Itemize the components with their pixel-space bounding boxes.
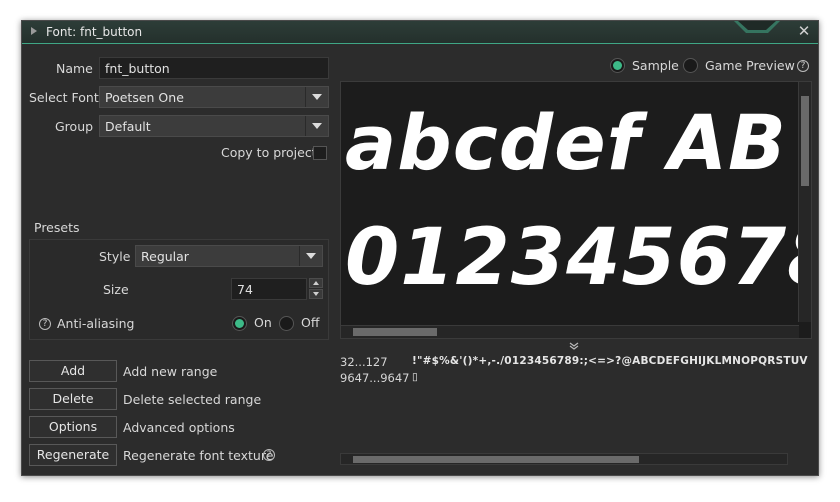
anti-aliasing-label: Anti-aliasing bbox=[57, 316, 135, 331]
font-dropdown-value: Poetsen One bbox=[105, 90, 184, 105]
chevron-down-icon[interactable] bbox=[305, 87, 328, 107]
options-description: Advanced options bbox=[123, 420, 235, 435]
glyph-ranges-list: 32...127 !"#$%&'()*+,-./0123456789:;<=>?… bbox=[340, 349, 810, 461]
options-button[interactable]: Options bbox=[29, 416, 117, 438]
presets-panel: Style Regular Size 74 ? Anti-aliasing On… bbox=[29, 239, 329, 340]
range-row[interactable]: 9647...9647 ▯ bbox=[340, 371, 418, 385]
delete-range-description: Delete selected range bbox=[123, 392, 262, 407]
select-font-label: Select Font bbox=[29, 90, 99, 105]
style-dropdown-value: Regular bbox=[141, 249, 189, 264]
ranges-horizontal-scroll-thumb[interactable] bbox=[353, 456, 639, 463]
help-icon[interactable]: ? bbox=[39, 318, 51, 330]
preview-vertical-scrollbar[interactable] bbox=[798, 82, 811, 322]
name-label: Name bbox=[56, 61, 93, 76]
copy-to-project-label: Copy to project bbox=[221, 145, 317, 160]
size-decrement-button[interactable] bbox=[309, 289, 323, 299]
chevron-down-icon[interactable] bbox=[299, 246, 322, 266]
style-dropdown[interactable]: Regular bbox=[135, 245, 323, 267]
sample-mode-radio[interactable] bbox=[610, 58, 625, 73]
sample-mode-label: Sample bbox=[632, 58, 679, 73]
chevron-down-icon[interactable] bbox=[305, 116, 328, 136]
add-range-description: Add new range bbox=[123, 364, 218, 379]
add-range-button[interactable]: Add bbox=[29, 360, 117, 382]
preview-horizontal-scroll-thumb[interactable] bbox=[353, 328, 437, 336]
preview-horizontal-scrollbar[interactable] bbox=[341, 325, 799, 338]
anti-aliasing-on-label: On bbox=[254, 315, 272, 330]
help-icon[interactable]: ? bbox=[797, 60, 809, 72]
collapse-arrow-icon[interactable] bbox=[31, 27, 37, 35]
font-editor-window: Font: fnt_button ✕ Name fnt_button Selec… bbox=[21, 20, 819, 476]
range-bounds: 9647...9647 bbox=[340, 371, 410, 385]
presets-label: Presets bbox=[34, 220, 80, 235]
copy-to-project-checkbox[interactable] bbox=[313, 146, 327, 160]
range-bounds: 32...127 bbox=[340, 355, 388, 369]
size-increment-button[interactable] bbox=[309, 278, 323, 288]
title-bar[interactable]: Font: fnt_button ✕ bbox=[22, 21, 818, 44]
name-input[interactable]: fnt_button bbox=[99, 57, 329, 79]
window-title: Font: fnt_button bbox=[46, 25, 143, 39]
delete-range-button[interactable]: Delete bbox=[29, 388, 117, 410]
preview-letters-line: abcdef AB bbox=[345, 98, 787, 187]
anti-aliasing-off-label: Off bbox=[301, 315, 320, 330]
font-preview-area[interactable]: abcdef AB 012345678 bbox=[340, 81, 812, 339]
game-preview-mode-radio[interactable] bbox=[683, 58, 698, 73]
size-input[interactable]: 74 bbox=[231, 278, 307, 300]
regenerate-button[interactable]: Regenerate bbox=[29, 444, 117, 466]
range-row[interactable]: 32...127 !"#$%&'()*+,-./0123456789:;<=>?… bbox=[340, 355, 808, 369]
preview-vertical-scroll-thumb[interactable] bbox=[801, 96, 809, 186]
regenerate-description: Regenerate font texture bbox=[123, 448, 274, 463]
help-icon[interactable]: ? bbox=[263, 449, 275, 461]
font-dropdown[interactable]: Poetsen One bbox=[99, 86, 329, 108]
style-label: Style bbox=[99, 249, 131, 264]
anti-aliasing-off-radio[interactable] bbox=[279, 316, 294, 331]
group-dropdown-value: Default bbox=[105, 119, 151, 134]
ranges-horizontal-scrollbar[interactable] bbox=[340, 453, 788, 465]
close-icon[interactable]: ✕ bbox=[796, 23, 812, 39]
window-notch-decoration bbox=[734, 21, 780, 33]
range-characters: !"#$%&'()*+,-./0123456789:;<=>?@ABCDEFGH… bbox=[412, 355, 808, 367]
range-characters: ▯ bbox=[412, 371, 418, 383]
anti-aliasing-on-radio[interactable] bbox=[232, 316, 247, 331]
group-label: Group bbox=[55, 119, 94, 134]
size-stepper[interactable] bbox=[309, 278, 323, 300]
preview-digits-line: 012345678 bbox=[345, 213, 812, 303]
group-dropdown[interactable]: Default bbox=[99, 115, 329, 137]
game-preview-mode-label: Game Preview bbox=[705, 58, 795, 73]
size-label: Size bbox=[103, 282, 129, 297]
